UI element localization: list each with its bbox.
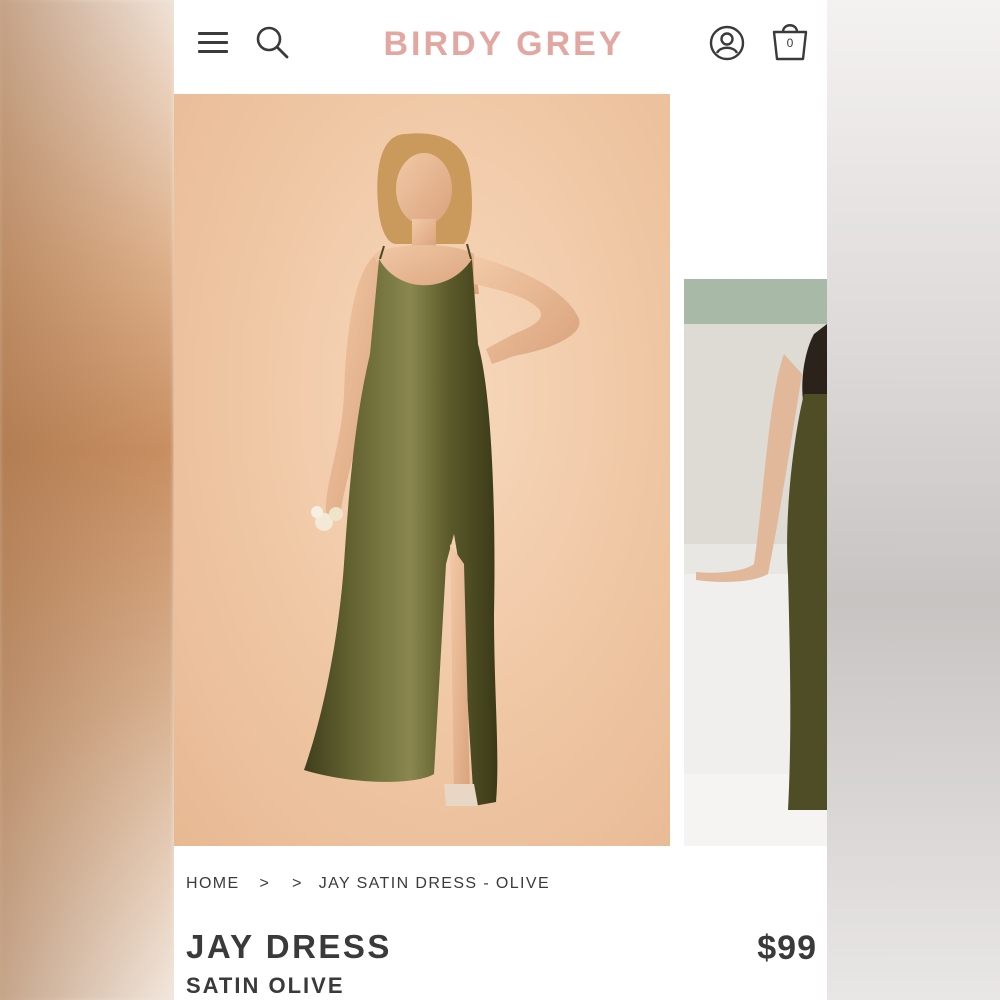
breadcrumb-home-link[interactable]: HOME (186, 873, 240, 895)
product-image-main[interactable] (174, 94, 670, 846)
breadcrumb: HOME > > JAY SATIN DRESS - OLIVE (186, 873, 550, 895)
bag-icon[interactable]: 0 (770, 20, 810, 62)
breadcrumb-separator: > (259, 875, 271, 892)
product-page: BIRDY GREY 0 HOME > > JAY SATIN DRESS - … (174, 0, 827, 1000)
account-icon[interactable] (708, 24, 746, 62)
product-variant: SATIN OLIVE (186, 973, 345, 998)
model-illustration (304, 133, 580, 806)
product-image-gallery[interactable] (174, 94, 827, 846)
search-icon[interactable] (254, 24, 290, 60)
product-image-next[interactable] (684, 94, 827, 846)
product-title: JAY DRESS (186, 928, 392, 965)
site-header: BIRDY GREY 0 (174, 0, 827, 92)
right-background-blur (827, 0, 1000, 1000)
product-price: $99 (757, 929, 817, 967)
breadcrumb-separator: > (292, 875, 303, 892)
window-scene-illustration (684, 94, 827, 846)
brand-logo[interactable]: BIRDY GREY (354, 24, 654, 64)
menu-icon[interactable] (198, 30, 228, 54)
cart-count: 0 (786, 36, 794, 50)
left-background-blur (0, 0, 174, 1000)
breadcrumb-current: JAY SATIN DRESS - OLIVE (318, 875, 551, 892)
